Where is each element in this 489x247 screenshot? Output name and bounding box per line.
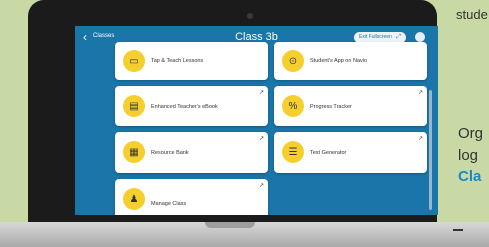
tile-test-generator[interactable]: ↗ ☰ Test Generator (274, 132, 427, 173)
tile-label: Resource Bank (151, 150, 189, 156)
tile-label: Test Generator (310, 150, 347, 156)
tile-label: Tap & Teach Lessons (151, 58, 204, 64)
tile-label: Progress Tracker (310, 104, 352, 110)
scrollbar[interactable] (429, 90, 432, 210)
percent-icon: % (282, 95, 304, 117)
external-link-icon: ↗ (417, 136, 423, 142)
external-link-icon: ↗ (258, 90, 264, 96)
tile-manage-class[interactable]: ↗ ♟ Manage Class (115, 179, 268, 215)
external-link-icon: ↗ (258, 183, 264, 189)
manage-class-icon: ♟ (123, 188, 145, 210)
tile-progress-tracker[interactable]: ↗ % Progress Tracker (274, 86, 427, 126)
background-text-line2: log (458, 147, 479, 164)
background-dash (453, 229, 463, 231)
external-link-icon: ↗ (417, 90, 423, 96)
tile-grid: ▭ Tap & Teach Lessons ⊙ Student's App on… (75, 42, 438, 215)
tile-tap-teach-lessons[interactable]: ▭ Tap & Teach Lessons (115, 42, 268, 80)
tile-label: Manage Class (151, 201, 187, 207)
external-link-icon: ↗ (258, 136, 264, 142)
webcam-icon (247, 13, 253, 19)
tile-student-app[interactable]: ⊙ Student's App on Navio (274, 42, 427, 80)
tile-resource-bank[interactable]: ↗ ▦ Resource Bank (115, 132, 268, 173)
student-app-icon: ⊙ (282, 50, 304, 72)
exit-fullscreen-label: Exit Fullscreen (359, 34, 392, 40)
user-icon[interactable] (415, 32, 425, 42)
laptop-notch (205, 222, 255, 228)
tile-enhanced-ebook[interactable]: ↗ ▤ Enhanced Teacher's eBook (115, 86, 268, 126)
fullscreen-icon: ⤢ (396, 34, 401, 40)
background-text-line1: Org (458, 125, 484, 142)
app-screen: ‹ Classes Class 3b Exit Fullscreen ⤢ ▭ T… (75, 26, 438, 215)
tile-label: Enhanced Teacher's eBook (151, 104, 218, 110)
presentation-icon: ▭ (123, 50, 145, 72)
resource-icon: ▦ (123, 141, 145, 163)
tile-label: Student's App on Navio (310, 58, 368, 64)
test-generator-icon: ☰ (282, 141, 304, 163)
ebook-icon: ▤ (123, 95, 145, 117)
background-text-line3: Cla (458, 168, 482, 185)
background-text-students: stude (456, 7, 488, 22)
laptop-bezel: ‹ Classes Class 3b Exit Fullscreen ⤢ ▭ T… (28, 0, 438, 222)
